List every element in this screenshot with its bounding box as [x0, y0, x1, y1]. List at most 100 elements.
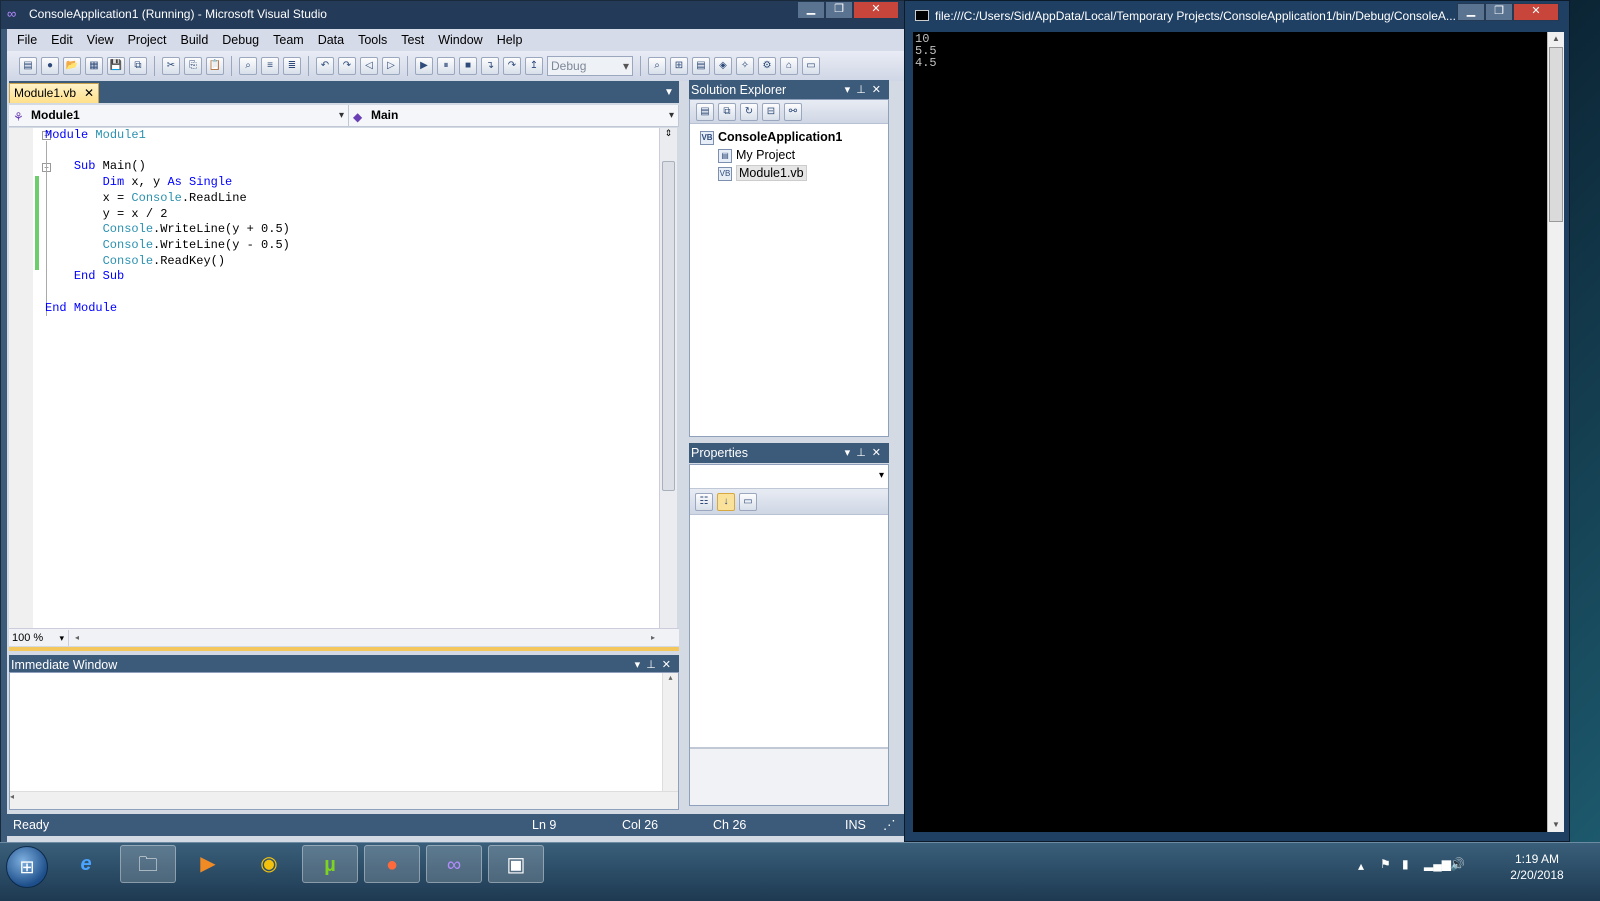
add-new-item-icon[interactable]: ▦ [85, 57, 103, 75]
scroll-down-icon[interactable]: ▼ [1548, 818, 1564, 832]
menu-item-debug[interactable]: Debug [215, 33, 266, 47]
resize-grip-icon[interactable]: ⋰ [883, 814, 896, 836]
console-maximize-button[interactable]: ❐ [1485, 3, 1513, 21]
console-window-icon[interactable]: ▣ [488, 845, 544, 883]
restore-button[interactable]: ❐ [825, 1, 853, 19]
type-dropdown[interactable]: ⚘ Module1 [9, 105, 349, 127]
console-scrollbar[interactable]: ▲ ▼ [1547, 32, 1564, 832]
properties-header[interactable]: Properties ▾⊥✕ [689, 443, 889, 463]
menu-item-view[interactable]: View [80, 33, 121, 47]
toolbox-icon[interactable]: ✧ [736, 57, 754, 75]
navigate-back-icon[interactable]: ◁ [360, 57, 378, 75]
scroll-up-icon[interactable]: ▲ [1548, 32, 1564, 46]
tree-item-my-project[interactable]: ▤ My Project [690, 146, 888, 164]
network-signal-icon[interactable]: ▂▄▆ [1424, 857, 1451, 871]
start-button[interactable]: ⊞ [6, 846, 48, 888]
solution-explorer-header[interactable]: Solution Explorer ▾⊥✕ [689, 80, 889, 100]
solution-explorer-icon[interactable]: ⊞ [670, 57, 688, 75]
find-in-files-icon[interactable]: ⌕ [648, 57, 666, 75]
menu-item-file[interactable]: File [10, 33, 44, 47]
clock[interactable]: 1:19 AM 2/20/2018 [1502, 851, 1572, 883]
save-all-icon[interactable]: ⧉ [129, 57, 147, 75]
scroll-thumb[interactable] [662, 161, 675, 491]
break-all-icon[interactable]: ⏸ [437, 57, 455, 75]
scroll-left-icon[interactable]: ◂ [75, 633, 79, 642]
media-player-icon[interactable]: ▶ [180, 845, 236, 883]
alphabetical-icon[interactable]: ↓ [717, 492, 735, 511]
menu-item-team[interactable]: Team [266, 33, 311, 47]
action-center-flag-icon[interactable]: ⚑ [1380, 857, 1391, 871]
stop-debugging-icon[interactable]: ■ [459, 57, 477, 75]
properties-icon[interactable]: ▤ [696, 102, 714, 121]
add-item-icon[interactable]: ● [41, 57, 59, 75]
solution-configuration-dropdown[interactable]: Debug [547, 56, 633, 76]
step-out-icon[interactable]: ↥ [525, 57, 543, 75]
show-hidden-icons-icon[interactable]: ▴ [1358, 859, 1364, 873]
split-handle-icon[interactable]: ⇕ [660, 128, 677, 139]
console-scroll-thumb[interactable] [1549, 47, 1563, 222]
view-code-icon[interactable]: ⊟ [762, 102, 780, 121]
close-button[interactable]: ✕ [853, 1, 899, 19]
extension-manager-icon[interactable]: ⚙ [758, 57, 776, 75]
show-all-files-icon[interactable]: ⧉ [718, 102, 736, 121]
immediate-window[interactable]: ▴ ◂ [9, 672, 679, 810]
open-file-icon[interactable]: 📂 [63, 57, 81, 75]
start-page-icon[interactable]: ⌂ [780, 57, 798, 75]
copy-icon[interactable]: ⎘ [184, 57, 202, 75]
file-explorer-icon[interactable]: 🗀 [120, 845, 176, 883]
visual-studio-icon[interactable]: ∞ [426, 845, 482, 883]
menu-item-edit[interactable]: Edit [44, 33, 80, 47]
member-dropdown[interactable]: ◆ Main [349, 105, 679, 127]
menu-item-test[interactable]: Test [394, 33, 431, 47]
volume-icon[interactable]: 🔊 [1450, 857, 1465, 871]
cut-icon[interactable]: ✂ [162, 57, 180, 75]
properties-window-icon[interactable]: ▤ [692, 57, 710, 75]
menu-item-window[interactable]: Window [431, 33, 489, 47]
step-over-icon[interactable]: ↷ [503, 57, 521, 75]
code-editor[interactable]: − − Module Module1 Sub Main() Dim x, y A… [9, 128, 659, 628]
console-output[interactable]: 10 5.5 4.5 [913, 32, 1547, 832]
object-selector-dropdown[interactable] [690, 465, 888, 489]
new-project-icon[interactable]: ▤ [19, 57, 37, 75]
immediate-vertical-scrollbar[interactable]: ▴ [662, 673, 678, 791]
menu-item-tools[interactable]: Tools [351, 33, 394, 47]
paste-icon[interactable]: 📋 [206, 57, 224, 75]
close-tab-icon[interactable]: ✕ [84, 84, 94, 102]
window-controls-icon[interactable]: ▾⊥✕ [845, 80, 887, 100]
class-diagram-icon[interactable]: ⚯ [784, 102, 802, 121]
tab-list-dropdown-icon[interactable]: ▼ [664, 87, 674, 98]
object-browser-icon[interactable]: ◈ [714, 57, 732, 75]
tree-item-module1[interactable]: VB Module1.vb [690, 164, 888, 182]
undo-icon[interactable]: ↶ [316, 57, 334, 75]
save-icon[interactable]: 💾 [107, 57, 125, 75]
step-into-icon[interactable]: ↴ [481, 57, 499, 75]
zoom-dropdown[interactable]: 100 % [9, 629, 69, 646]
vs-title-bar[interactable]: ∞ ConsoleApplication1 (Running) - Micros… [1, 1, 917, 29]
menu-item-data[interactable]: Data [311, 33, 351, 47]
utorrent-icon[interactable]: µ [302, 845, 358, 883]
uncomment-icon[interactable]: ≣ [283, 57, 301, 75]
minimize-button[interactable]: ▁ [797, 1, 825, 19]
editor-vertical-scrollbar[interactable]: ⇕ [659, 128, 677, 628]
immediate-horizontal-scrollbar[interactable]: ◂ [10, 791, 678, 809]
menu-item-project[interactable]: Project [121, 33, 174, 47]
tree-item-project[interactable]: VB ConsoleApplication1 [690, 128, 888, 146]
code-text[interactable]: Module Module1 Sub Main() Dim x, y As Si… [45, 128, 290, 316]
tab-module1-vb[interactable]: Module1.vb ✕ [9, 83, 99, 103]
console-close-button[interactable]: ✕ [1513, 3, 1559, 21]
scroll-right-icon[interactable]: ▸ [651, 633, 655, 642]
categorized-icon[interactable]: ☷ [695, 492, 713, 511]
menu-item-build[interactable]: Build [173, 33, 215, 47]
refresh-icon[interactable]: ↻ [740, 102, 758, 121]
console-minimize-button[interactable]: ▁ [1457, 3, 1485, 21]
unknown-app-icon[interactable]: ● [364, 845, 420, 883]
redo-icon[interactable]: ↷ [338, 57, 356, 75]
chrome-icon[interactable]: ◉ [241, 845, 297, 883]
property-pages-icon[interactable]: ▭ [739, 492, 757, 511]
navigate-forward-icon[interactable]: ▷ [382, 57, 400, 75]
window-controls-icon[interactable]: ▾⊥✕ [845, 443, 887, 463]
power-icon[interactable]: ▮ [1402, 857, 1409, 871]
find-icon[interactable]: ⌕ [239, 57, 257, 75]
command-window-icon[interactable]: ▭ [802, 57, 820, 75]
menu-item-help[interactable]: Help [490, 33, 530, 47]
